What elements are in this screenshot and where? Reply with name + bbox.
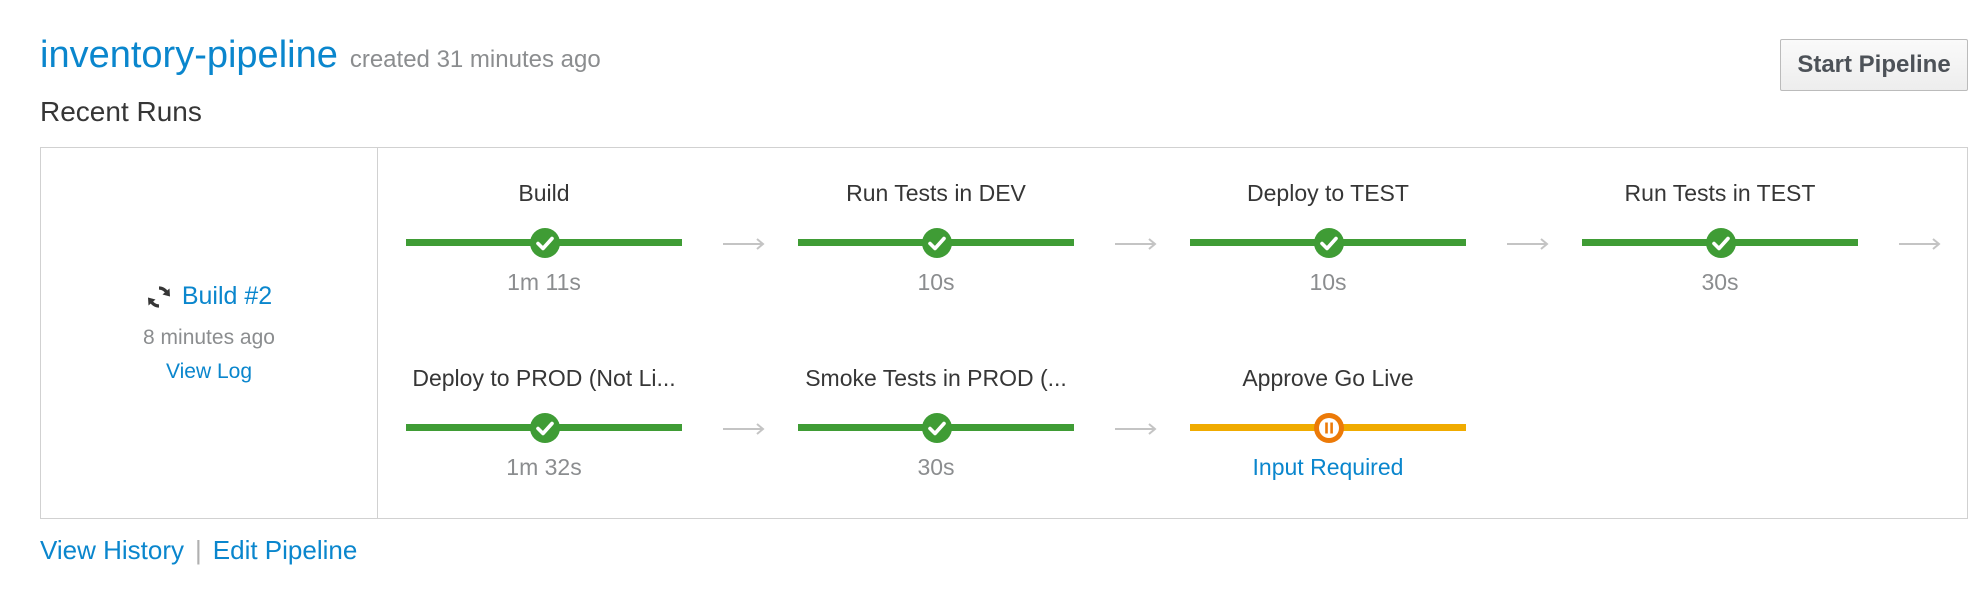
edit-pipeline-link[interactable]: Edit Pipeline xyxy=(213,535,358,566)
stage-name: Deploy to PROD (Not Li... xyxy=(412,365,676,391)
pipeline-stage: Build 1m 11s xyxy=(406,148,682,295)
check-circle-icon xyxy=(1313,227,1345,259)
stage-name: Deploy to TEST xyxy=(1247,180,1409,206)
stage-name: Run Tests in DEV xyxy=(846,180,1026,206)
arrow-right-icon xyxy=(1114,422,1158,435)
arrow-right-icon xyxy=(722,237,766,250)
footer-separator: | xyxy=(195,535,202,565)
stage-name: Approve Go Live xyxy=(1242,365,1414,391)
pipeline-header: inventory-pipeline created 31 minutes ag… xyxy=(40,34,601,77)
arrow-right-icon xyxy=(722,422,766,435)
check-circle-icon xyxy=(529,412,561,444)
stage-status: Input Required xyxy=(1190,454,1466,481)
start-pipeline-button[interactable]: Start Pipeline xyxy=(1780,39,1968,91)
sync-icon xyxy=(147,285,170,308)
arrow-right-icon xyxy=(1506,237,1550,250)
pipeline-stage: Deploy to PROD (Not Li... 1m 32s xyxy=(406,333,682,480)
check-circle-icon xyxy=(921,227,953,259)
check-circle-icon xyxy=(529,227,561,259)
pipeline-stage: Run Tests in DEV 10s xyxy=(798,148,1074,295)
build-time-ago: 8 minutes ago xyxy=(143,326,275,349)
pipeline-stage: Deploy to TEST 10s xyxy=(1190,148,1466,295)
build-info: Build #2 8 minutes ago View Log xyxy=(41,148,378,518)
stage-duration: 1m 32s xyxy=(506,454,582,480)
arrow-right-icon xyxy=(1898,237,1942,250)
pipeline-name-link[interactable]: inventory-pipeline xyxy=(40,34,338,77)
pause-circle-icon xyxy=(1313,412,1345,444)
stage-duration: 10s xyxy=(1309,269,1347,295)
view-log-link[interactable]: View Log xyxy=(166,360,252,383)
input-required-link[interactable]: Input Required xyxy=(1253,454,1404,480)
stage-name: Run Tests in TEST xyxy=(1624,180,1816,206)
view-history-link[interactable]: View History xyxy=(40,535,184,566)
stage-name: Build xyxy=(518,180,570,206)
footer-links: View History | Edit Pipeline xyxy=(40,535,357,566)
stage-duration: 30s xyxy=(1701,269,1739,295)
pipeline-stages: Build 1m 11s Run Tests in DEV 10s Deploy to … xyxy=(378,148,1967,518)
build-number-link[interactable]: Build #2 xyxy=(182,282,272,311)
pipeline-stage: Run Tests in TEST 30s xyxy=(1582,148,1858,295)
recent-runs-heading: Recent Runs xyxy=(40,96,202,127)
recent-runs-panel: Build #2 8 minutes ago View Log Build 1m … xyxy=(40,147,1968,519)
created-timestamp: created 31 minutes ago xyxy=(349,46,601,73)
stage-name: Smoke Tests in PROD (... xyxy=(805,365,1067,391)
stage-duration: 1m 11s xyxy=(507,269,581,295)
check-circle-icon xyxy=(1705,227,1737,259)
build-line: Build #2 xyxy=(41,282,377,311)
stage-duration: 10s xyxy=(917,269,955,295)
check-circle-icon xyxy=(921,412,953,444)
pipeline-stage: Approve Go Live Input Required xyxy=(1190,333,1466,480)
arrow-right-icon xyxy=(1114,237,1158,250)
stage-duration: 30s xyxy=(917,454,955,480)
pipeline-stage: Smoke Tests in PROD (... 30s xyxy=(798,333,1074,480)
